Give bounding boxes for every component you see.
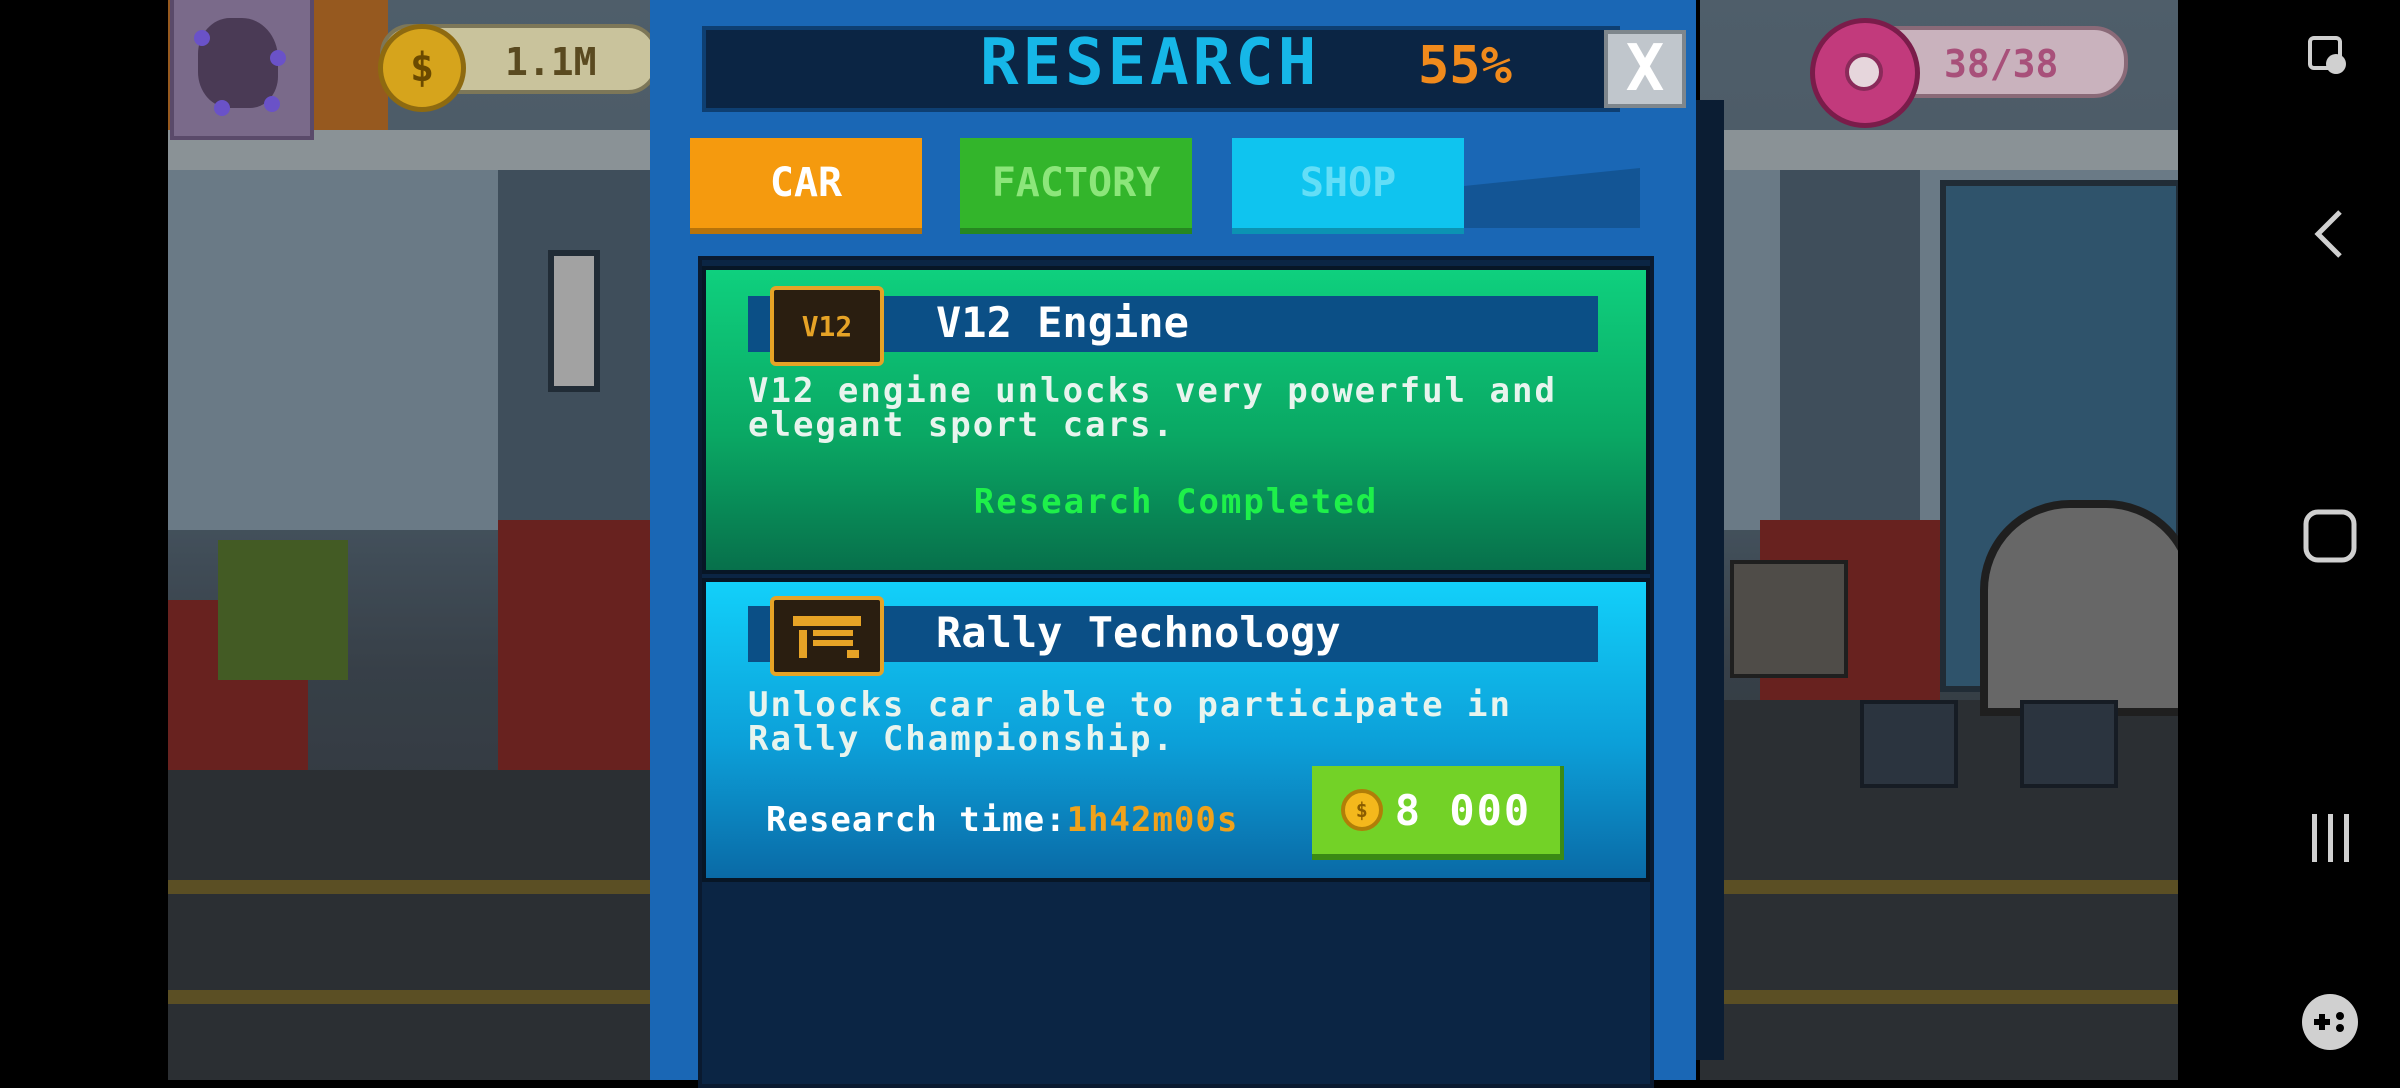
tab-car[interactable]: CAR [690, 138, 922, 234]
coin-icon: $ [1340, 789, 1383, 831]
tab-shop[interactable]: SHOP [1232, 138, 1464, 234]
overlay-dim [1700, 0, 2178, 1080]
garage-background-right [1700, 0, 2178, 1080]
back-glyph [2314, 210, 2342, 258]
start-research-button[interactable]: $ 8 000 [1312, 766, 1564, 860]
v12-engine-icon: V12 [770, 286, 884, 366]
avatar-dot [264, 96, 280, 112]
research-time-label: Research time: [766, 800, 1067, 840]
item-title: V12 Engine [936, 298, 1189, 347]
research-progress-percent: 55% [1418, 36, 1512, 96]
home-icon[interactable] [2300, 506, 2360, 566]
research-price: 8 000 [1394, 785, 1532, 835]
money-value: 1.1M [505, 40, 597, 84]
player-avatar[interactable] [170, 0, 314, 140]
item-title: Rally Technology [936, 608, 1341, 657]
item-description: V12 engine unlocks very powerful and ele… [748, 371, 1557, 445]
close-icon: X [1625, 32, 1665, 106]
research-item-rally-technology[interactable]: Rally Technology Unlocks car able to par… [702, 578, 1650, 882]
dollar-coin-icon: $ [378, 24, 466, 112]
recents-icon[interactable] [2300, 808, 2360, 868]
close-button[interactable]: X [1604, 30, 1686, 108]
research-time-value: 1h42m00s [1066, 800, 1239, 840]
avatar-dot [270, 50, 286, 66]
dialog-title: RESEARCH [980, 26, 1321, 100]
dialog-shadow-edge [1696, 100, 1724, 1060]
avatar-figure [198, 18, 278, 108]
home-glyph [2303, 509, 2357, 563]
research-status: Research Completed [973, 482, 1379, 522]
back-icon[interactable] [2300, 204, 2360, 264]
screen-assist-icon[interactable] [2300, 28, 2360, 88]
research-time: Research time:1h42m00s [766, 800, 1238, 840]
item-description: Unlocks car able to participate in Rally… [748, 685, 1512, 759]
research-item-v12-engine[interactable]: V12 V12 Engine V12 engine unlocks very p… [702, 266, 1650, 574]
donut-value: 38/38 [1944, 42, 2059, 86]
avatar-dot [194, 30, 210, 46]
rally-flag-graphic [793, 616, 861, 658]
tab-label: FACTORY [991, 160, 1161, 206]
recents-glyph [2312, 814, 2349, 862]
game-tools-icon[interactable] [2300, 992, 2360, 1052]
donut-hole [1845, 53, 1883, 91]
donut-icon [1810, 18, 1920, 128]
rally-flag-icon [770, 596, 884, 676]
tab-factory[interactable]: FACTORY [960, 138, 1192, 234]
v12-icon-text: V12 [801, 309, 853, 343]
screen-assist-glyph [2308, 36, 2346, 74]
tab-label: SHOP [1299, 160, 1397, 206]
game-tools-glyph [2302, 994, 2358, 1050]
tab-label: CAR [769, 160, 843, 206]
avatar-dot [214, 100, 230, 116]
